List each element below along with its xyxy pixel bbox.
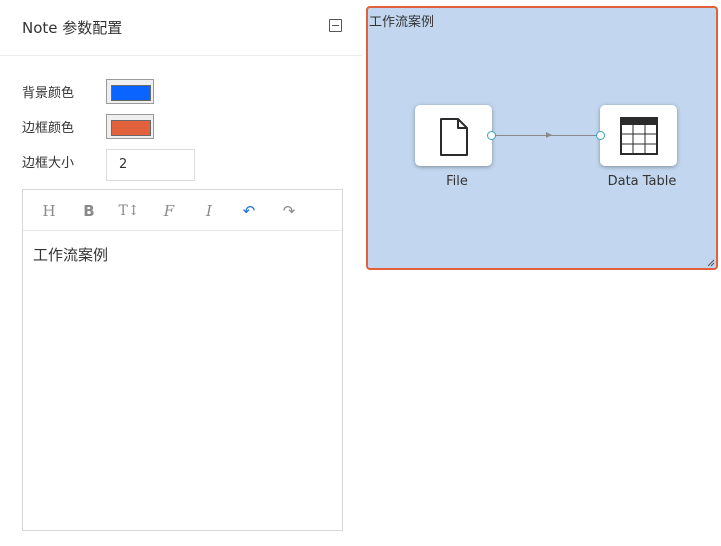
border-color-picker[interactable] [106,114,154,139]
data-table-node[interactable] [600,105,677,166]
border-size-input[interactable]: 2 [106,149,195,181]
note-text: 工作流案例 [369,15,435,30]
arrow-icon [546,132,552,138]
note-config-panel: Note 参数配置 背景颜色 边框颜色 边框大小 2 H B T↕ F I ↶ … [0,0,362,546]
editor-toolbar: H B T↕ F I ↶ ↷ [23,190,342,231]
font-button[interactable]: F [158,200,180,222]
redo-button[interactable]: ↷ [278,200,300,222]
border-size-label: 边框大小 [22,156,75,171]
resize-handle-icon[interactable] [707,259,715,267]
file-icon [440,118,468,156]
border-color-swatch [111,120,151,136]
text-size-button[interactable]: T↕ [118,200,140,222]
italic-button[interactable]: I [198,200,220,222]
file-node[interactable] [415,105,492,166]
file-output-port[interactable] [487,131,496,140]
panel-header: Note 参数配置 [0,0,362,56]
bg-color-swatch [111,85,151,101]
bold-button[interactable]: B [78,200,100,222]
data-table-input-port[interactable] [596,131,605,140]
panel-title: Note 参数配置 [22,19,123,37]
table-icon [620,117,658,155]
minus-square-icon[interactable] [329,19,342,32]
border-color-label: 边框颜色 [22,121,75,136]
bg-color-picker[interactable] [106,79,154,104]
rich-text-editor[interactable]: H B T↕ F I ↶ ↷ 工作流案例 [22,189,343,531]
bg-color-label: 背景颜色 [22,86,75,101]
editor-content[interactable]: 工作流案例 [33,244,108,265]
file-node-label: File [446,174,468,189]
undo-button[interactable]: ↶ [238,200,260,222]
heading-button[interactable]: H [38,200,60,222]
data-table-node-label: Data Table [607,174,677,189]
